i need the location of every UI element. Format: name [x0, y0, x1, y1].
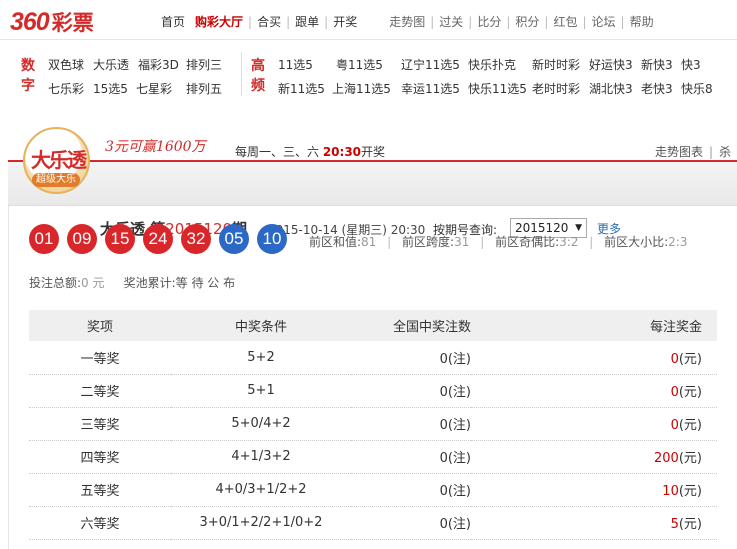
- lottery-link-hyk3[interactable]: 好运快3: [589, 56, 633, 73]
- pool-value: 等 待 公 布: [175, 276, 236, 290]
- size-value: 2:3: [668, 235, 688, 249]
- red-ball: 24: [143, 224, 173, 254]
- table-row: 四等奖 4+1/3+2 0(注) 200(元): [29, 440, 717, 474]
- logo-number: 360: [10, 8, 50, 36]
- sales-pool-info: 投注总额:0 元 奖池累计:等 待 公 布: [29, 276, 236, 290]
- prize-table-header: 奖项 中奖条件 全国中奖注数 每注奖金: [29, 310, 717, 341]
- lottery-link-lssc[interactable]: 老时时彩: [532, 80, 580, 97]
- nav-help[interactable]: 帮助: [625, 13, 659, 30]
- badge-subtitle: 超级大乐: [32, 173, 80, 187]
- lottery-link-k3[interactable]: 快3: [681, 56, 701, 73]
- nav-draw-results[interactable]: 开奖: [328, 13, 362, 30]
- top-navbar: 360 彩票 首页 购彩大厅 | 合买 | 跟单 | 开奖 走势图 | 过关 |…: [0, 0, 737, 40]
- lottery-link-fc3d[interactable]: 福彩3D: [138, 56, 179, 73]
- lottery-link-xssc[interactable]: 新时时彩: [532, 56, 580, 73]
- lottery-link-qlc[interactable]: 七乐彩: [48, 80, 84, 97]
- winning-numbers: 01 09 15 24 32 05 10: [29, 224, 295, 254]
- lottery-link-xk3[interactable]: 新快3: [641, 56, 673, 73]
- draw-result-panel: 01 09 15 24 32 05 10 前区和值:81 | 前区跨度:31 |…: [8, 206, 737, 549]
- lottery-category-panel: 数字 双色球 大乐透 福彩3D 排列三 七乐彩 15选5 七星彩 排列五 高频 …: [8, 44, 737, 100]
- lottery-link-qxc[interactable]: 七星彩: [136, 80, 172, 97]
- lottery-link-pl3[interactable]: 排列三: [186, 56, 222, 73]
- blue-ball: 05: [219, 224, 249, 254]
- slogan: 3元可赢1600万: [105, 139, 206, 155]
- red-ball: 01: [29, 224, 59, 254]
- nav-scores[interactable]: 比分: [472, 13, 506, 30]
- nav-pass[interactable]: 过关: [434, 13, 468, 30]
- logo-text: 彩票: [51, 11, 94, 35]
- prize-table: 奖项 中奖条件 全国中奖注数 每注奖金 一等奖 5+2 0(注) 0(元) 二等…: [29, 310, 717, 540]
- lottery-link-15x5[interactable]: 15选5: [93, 80, 128, 97]
- lottery-link-kl8[interactable]: 快乐8: [681, 80, 713, 97]
- nav-red-packet[interactable]: 红包: [548, 13, 582, 30]
- lottery-header: 大乐透 第2015120期 2015-10-14 (星期三) 20:30 按期号…: [8, 120, 737, 238]
- lottery-link-lk3[interactable]: 老快3: [641, 80, 673, 97]
- issue-bar: 大乐透 第2015120期 2015-10-14 (星期三) 20:30 按期号…: [8, 160, 737, 238]
- col-condition: 中奖条件: [171, 310, 351, 341]
- lottery-link-hbk3[interactable]: 湖北快3: [589, 80, 633, 97]
- lottery-link-pl5[interactable]: 排列五: [186, 80, 222, 97]
- nav-follow[interactable]: 跟单: [290, 13, 324, 30]
- draw-stats: 前区和值:81 | 前区跨度:31 | 前区奇偶比:3:2 | 前区大小比:2:…: [309, 235, 688, 249]
- lottery-link-poker[interactable]: 快乐扑克: [468, 56, 516, 73]
- table-row: 六等奖 3+0/1+2/2+1/0+2 0(注) 5(元): [29, 506, 717, 540]
- nav-points[interactable]: 积分: [510, 13, 544, 30]
- lottery-link-ln11x5[interactable]: 辽宁11选5: [401, 56, 460, 73]
- draw-schedule: 每周一、三、六 20:30开奖: [235, 145, 386, 159]
- col-count: 全国中奖注数: [351, 310, 471, 341]
- nav-home[interactable]: 首页: [156, 13, 190, 30]
- trend-chart-link[interactable]: 走势图表 | 杀: [655, 143, 731, 160]
- lottery-link-11x5[interactable]: 11选5: [278, 56, 313, 73]
- sum-value: 81: [361, 235, 377, 249]
- lottery-link-ssq[interactable]: 双色球: [48, 56, 84, 73]
- span-value: 31: [454, 235, 470, 249]
- nav-trend-chart[interactable]: 走势图: [384, 13, 430, 30]
- nav-forum[interactable]: 论坛: [587, 13, 621, 30]
- lottery-link-xy11x5[interactable]: 幸运11选5: [401, 80, 460, 97]
- parity-value: 3:2: [559, 235, 579, 249]
- blue-ball: 10: [257, 224, 287, 254]
- lottery-link-x11x5[interactable]: 新11选5: [278, 80, 325, 97]
- sales-value: 0 元: [81, 276, 105, 290]
- lottery-link-kl11x5[interactable]: 快乐11选5: [468, 80, 527, 97]
- draw-time: 20:30: [322, 145, 362, 159]
- digital-heading: 数字: [21, 58, 35, 94]
- table-row: 一等奖 5+2 0(注) 0(元): [29, 341, 717, 375]
- main-nav: 首页 购彩大厅 | 合买 | 跟单 | 开奖 走势图 | 过关 | 比分 | 积…: [156, 13, 659, 30]
- table-row: 三等奖 5+0/4+2 0(注) 0(元): [29, 407, 717, 441]
- high-frequency-heading: 高频: [251, 58, 265, 94]
- col-amount: 每注奖金: [471, 310, 717, 341]
- nav-lottery-hall[interactable]: 购彩大厅: [190, 13, 248, 30]
- lottery-link-dlt[interactable]: 大乐透: [93, 56, 129, 73]
- lottery-link-gd11x5[interactable]: 粤11选5: [336, 56, 383, 73]
- site-logo[interactable]: 360 彩票: [10, 7, 94, 36]
- lottery-link-sh11x5[interactable]: 上海11选5: [332, 80, 391, 97]
- dlt-logo-badge: 大乐透 超级大乐: [23, 127, 90, 194]
- red-ball: 32: [181, 224, 211, 254]
- red-ball: 15: [105, 224, 135, 254]
- table-row: 二等奖 5+1 0(注) 0(元): [29, 374, 717, 408]
- badge-title: 大乐透: [31, 148, 87, 172]
- table-row: 五等奖 4+0/3+1/2+2 0(注) 10(元): [29, 473, 717, 507]
- col-level: 奖项: [29, 310, 171, 341]
- category-divider: [241, 52, 242, 96]
- red-ball: 09: [67, 224, 97, 254]
- nav-group-buy[interactable]: 合买: [252, 13, 286, 30]
